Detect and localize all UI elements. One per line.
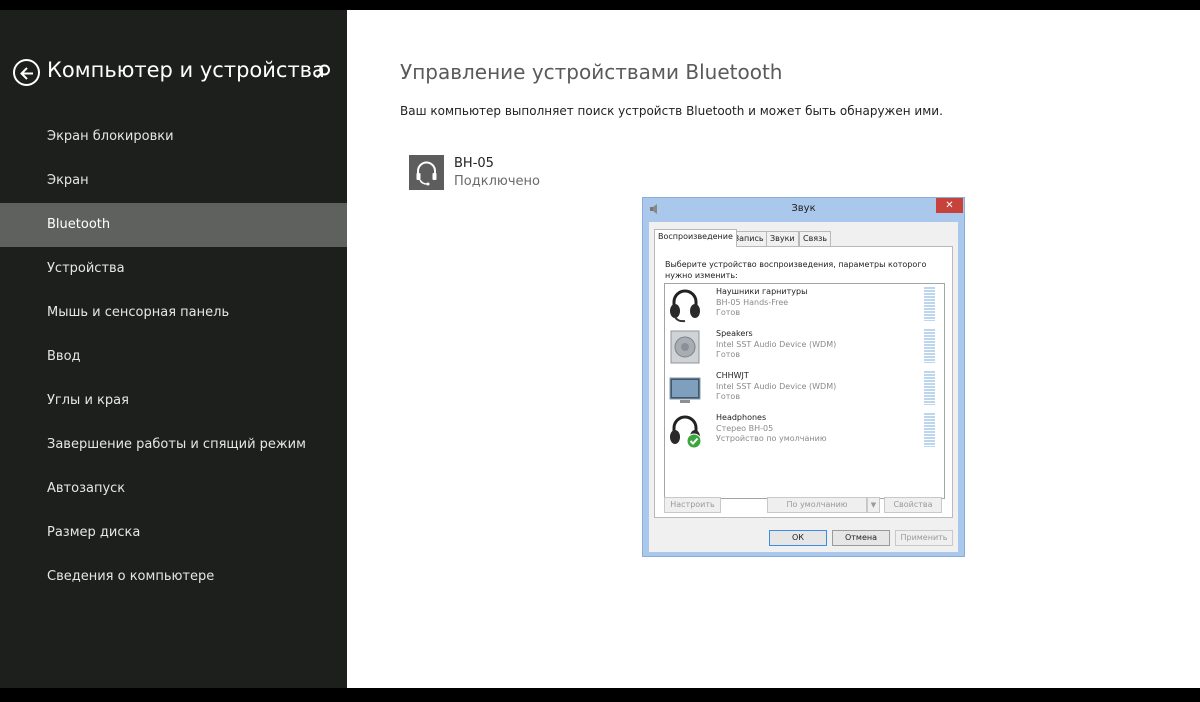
sidebar-title: Компьютер и устройства: [47, 58, 325, 82]
sound-dialog: Звук ✕ Воспроизведение Запись Звуки Связ…: [642, 197, 965, 557]
device-name: Speakers: [716, 329, 753, 338]
playback-device-list[interactable]: Наушники гарнитуры BH-05 Hands-Free Гото…: [664, 283, 945, 499]
list-item[interactable]: Headphones Стерео BH-05 Устройство по ум…: [665, 410, 944, 452]
device-status: Готов: [716, 392, 741, 401]
volume-meter: [924, 329, 935, 363]
back-button[interactable]: [13, 59, 40, 86]
properties-button[interactable]: Свойства: [884, 497, 942, 513]
device-status: Готов: [716, 308, 741, 317]
dialog-body: Воспроизведение Запись Звуки Связь Выбер…: [649, 222, 958, 552]
device-name: Headphones: [716, 413, 767, 422]
sidebar-item-disk-space[interactable]: Размер диска: [0, 511, 347, 555]
sidebar-item-corners-edges[interactable]: Углы и края: [0, 379, 347, 423]
sidebar-item-autoplay[interactable]: Автозапуск: [0, 467, 347, 511]
set-default-button[interactable]: По умолчанию: [767, 497, 867, 513]
device-detail: Intel SST Audio Device (WDM): [716, 340, 837, 349]
dialog-title: Звук: [791, 203, 816, 214]
search-icon[interactable]: [314, 63, 332, 81]
configure-button[interactable]: Настроить: [664, 497, 721, 513]
headphones-icon: [670, 415, 702, 449]
device-name: Наушники гарнитуры: [716, 287, 808, 296]
bluetooth-device-name[interactable]: BH-05: [454, 156, 494, 171]
list-item[interactable]: Наушники гарнитуры BH-05 Hands-Free Гото…: [665, 284, 944, 326]
device-detail: BH-05 Hands-Free: [716, 298, 789, 307]
sidebar-item-lock-screen[interactable]: Экран блокировки: [0, 115, 347, 159]
device-status: Устройство по умолчанию: [716, 434, 827, 443]
sidebar-item-display[interactable]: Экран: [0, 159, 347, 203]
playback-instruction: Выберите устройство воспроизведения, пар…: [665, 260, 927, 280]
tab-playback[interactable]: Воспроизведение: [654, 229, 737, 247]
set-default-dropdown[interactable]: ▼: [867, 497, 880, 513]
headset-icon: [416, 161, 437, 186]
volume-meter: [924, 413, 935, 447]
sidebar-item-bluetooth[interactable]: Bluetooth: [0, 203, 347, 247]
sidebar-item-typing[interactable]: Ввод: [0, 335, 347, 379]
speaker-icon: [670, 330, 700, 364]
volume-meter: [924, 287, 935, 321]
close-icon[interactable]: ✕: [936, 198, 963, 213]
chevron-down-icon: ▼: [870, 501, 877, 509]
bluetooth-device-tile[interactable]: [409, 155, 444, 190]
playback-panel: Выберите устройство воспроизведения, пар…: [654, 246, 953, 518]
sidebar-item-pc-info[interactable]: Сведения о компьютере: [0, 555, 347, 599]
bluetooth-device-status: Подключено: [454, 174, 540, 189]
page-description: Ваш компьютер выполняет поиск устройств …: [400, 104, 943, 118]
sidebar-item-mouse-touchpad[interactable]: Мышь и сенсорная панель: [0, 291, 347, 335]
sidebar-item-power-sleep[interactable]: Завершение работы и спящий режим: [0, 423, 347, 467]
device-detail: Стерео BH-05: [716, 424, 774, 433]
list-item[interactable]: Speakers Intel SST Audio Device (WDM) Го…: [665, 326, 944, 368]
device-name: CHHWJT: [716, 371, 749, 380]
monitor-icon: [669, 377, 701, 403]
volume-meter: [924, 371, 935, 405]
sidebar-item-devices[interactable]: Устройства: [0, 247, 347, 291]
back-arrow-icon: [20, 67, 33, 80]
screen: Компьютер и устройства Экран блокировки …: [0, 10, 1200, 688]
cancel-button[interactable]: Отмена: [832, 530, 890, 546]
list-item[interactable]: CHHWJT Intel SST Audio Device (WDM) Гото…: [665, 368, 944, 410]
device-status: Готов: [716, 350, 741, 359]
tab-communications[interactable]: Связь: [799, 231, 832, 246]
tab-sounds[interactable]: Звуки: [766, 231, 799, 246]
headset-icon: [670, 289, 700, 323]
ok-button[interactable]: ОК: [769, 530, 827, 546]
bluetooth-page: Управление устройствами Bluetooth Ваш ко…: [347, 10, 1200, 688]
settings-sidebar: Компьютер и устройства Экран блокировки …: [0, 10, 347, 688]
device-detail: Intel SST Audio Device (WDM): [716, 382, 837, 391]
page-title: Управление устройствами Bluetooth: [400, 60, 783, 84]
apply-button[interactable]: Применить: [895, 530, 953, 546]
